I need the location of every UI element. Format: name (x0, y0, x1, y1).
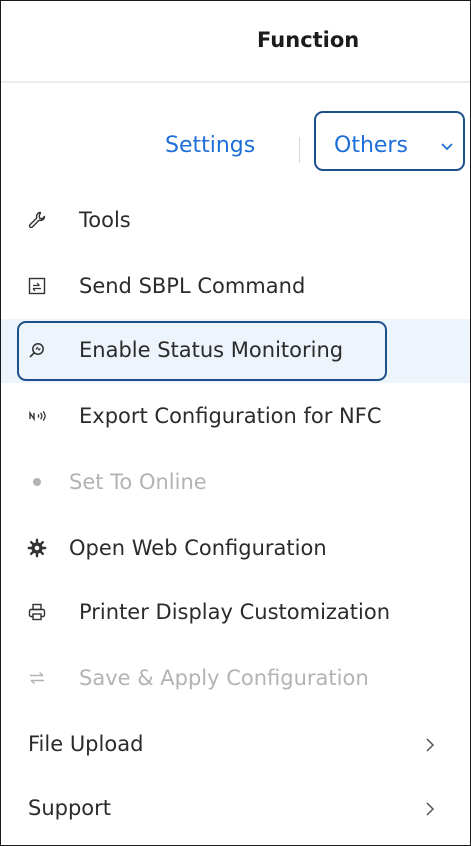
submenu-label: File Upload (28, 732, 144, 756)
menu-item-tools[interactable]: Tools (1, 189, 470, 253)
menu-item-label: Open Web Configuration (69, 536, 327, 560)
nfc-icon (29, 410, 46, 422)
command-icon (28, 277, 46, 295)
chevron-down-icon (441, 143, 453, 151)
printer-icon (28, 603, 46, 621)
panel-title: Function (257, 28, 360, 52)
submenu-label: Support (28, 796, 112, 820)
menu-item-label: Export Configuration for NFC (79, 404, 382, 428)
menu-item-label: Tools (79, 208, 131, 232)
menu-item-label: Send SBPL Command (79, 274, 306, 298)
tab-others-label: Others (334, 133, 408, 158)
menu-item-printer-display-customization[interactable]: Printer Display Customization (1, 581, 470, 645)
tab-settings[interactable]: Settings (165, 133, 255, 158)
chevron-right-icon (426, 802, 435, 816)
tab-others[interactable]: Others (314, 111, 465, 171)
chevron-right-icon (426, 738, 435, 752)
menu-item-save-apply-configuration: Save & Apply Configuration (1, 647, 470, 711)
menu-item-label: Save & Apply Configuration (79, 666, 369, 690)
menu-item-enable-status-monitoring[interactable]: Enable Status Monitoring (1, 319, 470, 383)
tab-separator (299, 137, 300, 163)
tab-bar: Settings Others (1, 109, 470, 179)
menu-item-set-to-online: Set To Online (1, 451, 470, 515)
submenu-support[interactable]: Support (1, 777, 470, 841)
submenu-file-upload[interactable]: File Upload (1, 713, 470, 777)
swap-arrows-icon (30, 671, 44, 685)
panel-header: Function (1, 1, 470, 81)
menu-item-open-web-configuration[interactable]: Open Web Configuration (1, 517, 470, 581)
header-divider (1, 81, 470, 83)
wrench-icon (28, 211, 46, 229)
function-panel: Function Settings Others Tools Send SBPL… (0, 0, 471, 846)
dot-icon (33, 478, 41, 486)
menu-item-label: Enable Status Monitoring (79, 338, 344, 362)
menu-item-send-sbpl-command[interactable]: Send SBPL Command (1, 255, 470, 319)
menu-item-label: Set To Online (69, 470, 207, 494)
menu-item-export-configuration-nfc[interactable]: Export Configuration for NFC (1, 385, 470, 449)
monitor-search-icon (29, 343, 44, 358)
menu-item-label: Printer Display Customization (79, 600, 391, 624)
gear-icon (27, 538, 47, 558)
